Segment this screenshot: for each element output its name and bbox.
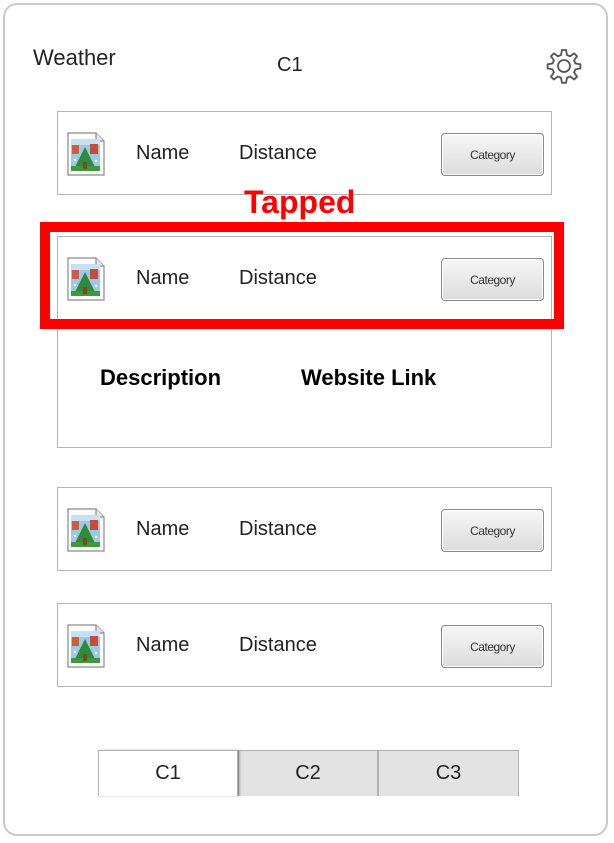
website-link[interactable]: Website Link <box>301 365 436 391</box>
item-distance: Distance <box>239 267 317 289</box>
list-item[interactable]: Name Distance Category <box>57 487 552 571</box>
item-name: Name <box>136 634 190 656</box>
description-label: Description <box>100 365 222 390</box>
image-thumbnail-icon <box>66 508 106 552</box>
list-item[interactable]: Name Distance Category <box>57 603 552 687</box>
image-thumbnail-icon <box>66 132 106 176</box>
image-thumbnail-icon <box>66 257 106 301</box>
item-name: Name <box>136 518 190 540</box>
category-button[interactable]: Category <box>441 133 544 176</box>
tab-c2[interactable]: C2 <box>238 750 378 796</box>
category-button[interactable]: Category <box>441 509 544 552</box>
app-title: Weather <box>33 45 116 70</box>
category-button[interactable]: Category <box>441 625 544 668</box>
tab-bar: C1 C2 C3 <box>98 750 519 796</box>
screen-label: C1 <box>277 54 303 76</box>
category-button[interactable]: Category <box>441 258 544 301</box>
tab-c1[interactable]: C1 <box>98 750 238 796</box>
list-item-tapped[interactable]: Name Distance Category <box>57 236 552 320</box>
tab-c3[interactable]: C3 <box>378 750 519 796</box>
image-thumbnail-icon <box>66 624 106 668</box>
list-item[interactable]: Name Distance Category <box>57 111 552 195</box>
item-distance: Distance <box>239 634 317 656</box>
item-distance: Distance <box>239 518 317 540</box>
tapped-annotation-label: Tapped <box>244 184 356 220</box>
item-name: Name <box>136 142 190 164</box>
gear-icon[interactable] <box>545 47 583 85</box>
item-distance: Distance <box>239 142 317 164</box>
item-name: Name <box>136 267 190 289</box>
